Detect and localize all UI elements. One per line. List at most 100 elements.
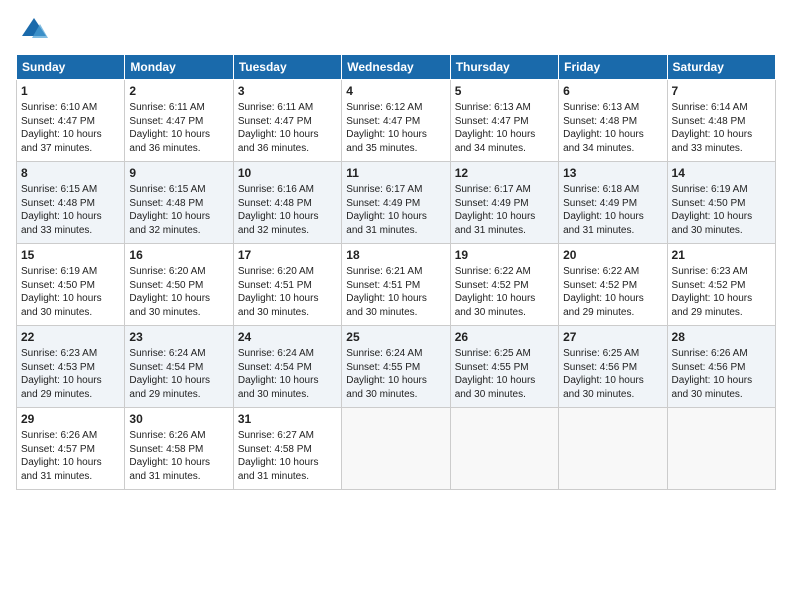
day-info-line: Daylight: 10 hours [346, 292, 445, 306]
day-info-line: Daylight: 10 hours [346, 374, 445, 388]
day-info-line: Sunrise: 6:14 AM [672, 101, 771, 115]
day-info-line: and 31 minutes. [238, 470, 337, 484]
calendar-cell: 10Sunrise: 6:16 AMSunset: 4:48 PMDayligh… [233, 162, 341, 244]
day-info-line: and 30 minutes. [129, 306, 228, 320]
weekday-header-monday: Monday [125, 55, 233, 80]
day-info-line: and 30 minutes. [563, 388, 662, 402]
day-info-line: Sunset: 4:50 PM [672, 197, 771, 211]
day-info-line: Sunset: 4:50 PM [21, 279, 120, 293]
day-info-line: Sunrise: 6:19 AM [672, 183, 771, 197]
calendar-week-4: 22Sunrise: 6:23 AMSunset: 4:53 PMDayligh… [17, 326, 776, 408]
calendar-week-1: 1Sunrise: 6:10 AMSunset: 4:47 PMDaylight… [17, 80, 776, 162]
day-info-line: and 30 minutes. [21, 306, 120, 320]
day-info-line: Sunset: 4:48 PM [563, 115, 662, 129]
day-info-line: and 30 minutes. [238, 388, 337, 402]
day-info-line: and 29 minutes. [129, 388, 228, 402]
day-info-line: Sunset: 4:55 PM [346, 361, 445, 375]
day-number: 25 [346, 329, 445, 345]
day-info-line: Sunrise: 6:15 AM [21, 183, 120, 197]
day-info-line: Sunset: 4:48 PM [129, 197, 228, 211]
day-number: 12 [455, 165, 554, 181]
calendar-cell: 8Sunrise: 6:15 AMSunset: 4:48 PMDaylight… [17, 162, 125, 244]
day-info-line: Sunrise: 6:13 AM [455, 101, 554, 115]
calendar-week-2: 8Sunrise: 6:15 AMSunset: 4:48 PMDaylight… [17, 162, 776, 244]
day-info-line: Sunrise: 6:23 AM [21, 347, 120, 361]
day-info-line: Daylight: 10 hours [672, 292, 771, 306]
calendar-week-3: 15Sunrise: 6:19 AMSunset: 4:50 PMDayligh… [17, 244, 776, 326]
calendar-cell: 13 Sunrise: 6:18 AMSunset: 4:49 PMDayligh… [559, 162, 667, 244]
day-info-line: Sunrise: 6:15 AM [129, 183, 228, 197]
day-info-line: Sunset: 4:47 PM [21, 115, 120, 129]
calendar-cell: 9Sunrise: 6:15 AMSunset: 4:48 PMDaylight… [125, 162, 233, 244]
day-info-line: Daylight: 10 hours [563, 374, 662, 388]
day-info-line: and 31 minutes. [129, 470, 228, 484]
day-info-line: and 34 minutes. [455, 142, 554, 156]
day-info-line: and 31 minutes. [21, 470, 120, 484]
day-info-line: Sunrise: 6:12 AM [346, 101, 445, 115]
day-info-line: Daylight: 10 hours [563, 210, 662, 224]
day-info-line: Sunset: 4:49 PM [563, 197, 662, 211]
day-number: 7 [672, 83, 771, 99]
day-info-line: and 30 minutes. [455, 306, 554, 320]
calendar-cell: 16Sunrise: 6:20 AMSunset: 4:50 PMDayligh… [125, 244, 233, 326]
day-info-line: and 36 minutes. [129, 142, 228, 156]
day-info-line: Daylight: 10 hours [672, 128, 771, 142]
day-info-line: Sunrise: 6:18 AM [563, 183, 662, 197]
day-info-line: Sunset: 4:49 PM [346, 197, 445, 211]
day-info-line: and 30 minutes. [238, 306, 337, 320]
day-info-line: Sunrise: 6:17 AM [346, 183, 445, 197]
day-info-line: and 37 minutes. [21, 142, 120, 156]
day-info-line: Sunset: 4:47 PM [455, 115, 554, 129]
calendar-week-5: 29Sunrise: 6:26 AMSunset: 4:57 PMDayligh… [17, 408, 776, 490]
day-number: 5 [455, 83, 554, 99]
day-info-line: Daylight: 10 hours [455, 292, 554, 306]
calendar-cell: 23Sunrise: 6:24 AMSunset: 4:54 PMDayligh… [125, 326, 233, 408]
calendar-cell: 28Sunrise: 6:26 AMSunset: 4:56 PMDayligh… [667, 326, 775, 408]
calendar-cell: 6Sunrise: 6:13 AMSunset: 4:48 PMDaylight… [559, 80, 667, 162]
calendar-cell: 29Sunrise: 6:26 AMSunset: 4:57 PMDayligh… [17, 408, 125, 490]
day-info-line: and 33 minutes. [21, 224, 120, 238]
logo-icon [20, 16, 48, 44]
calendar-cell [667, 408, 775, 490]
day-info-line: Sunrise: 6:20 AM [238, 265, 337, 279]
day-info-line: Sunset: 4:47 PM [129, 115, 228, 129]
day-number: 21 [672, 247, 771, 263]
day-number: 28 [672, 329, 771, 345]
day-info-line: and 32 minutes. [129, 224, 228, 238]
day-info-line: Daylight: 10 hours [563, 128, 662, 142]
weekday-header-wednesday: Wednesday [342, 55, 450, 80]
day-info-line: Sunrise: 6:24 AM [238, 347, 337, 361]
day-number: 31 [238, 411, 337, 427]
day-info-line: Sunrise: 6:22 AM [455, 265, 554, 279]
day-info-line: Daylight: 10 hours [563, 292, 662, 306]
day-info-line: Sunset: 4:54 PM [238, 361, 337, 375]
day-info-line: Sunrise: 6:17 AM [455, 183, 554, 197]
day-info-line: Daylight: 10 hours [21, 292, 120, 306]
day-info-line: Sunrise: 6:10 AM [21, 101, 120, 115]
day-info-line: Daylight: 10 hours [346, 128, 445, 142]
calendar-cell [342, 408, 450, 490]
day-number: 23 [129, 329, 228, 345]
day-info-line: Sunset: 4:52 PM [672, 279, 771, 293]
day-number: 26 [455, 329, 554, 345]
day-info-line: Sunrise: 6:11 AM [129, 101, 228, 115]
day-info-line: Daylight: 10 hours [21, 210, 120, 224]
calendar-cell: 26Sunrise: 6:25 AMSunset: 4:55 PMDayligh… [450, 326, 558, 408]
day-info-line: Sunset: 4:54 PM [129, 361, 228, 375]
calendar-cell: 27Sunrise: 6:25 AMSunset: 4:56 PMDayligh… [559, 326, 667, 408]
day-number: 13 [563, 165, 662, 181]
calendar-cell: 24Sunrise: 6:24 AMSunset: 4:54 PMDayligh… [233, 326, 341, 408]
day-info-line: Sunrise: 6:26 AM [672, 347, 771, 361]
weekday-header-saturday: Saturday [667, 55, 775, 80]
calendar-cell: 2Sunrise: 6:11 AMSunset: 4:47 PMDaylight… [125, 80, 233, 162]
weekday-header-tuesday: Tuesday [233, 55, 341, 80]
day-number: 18 [346, 247, 445, 263]
calendar-cell: 15Sunrise: 6:19 AMSunset: 4:50 PMDayligh… [17, 244, 125, 326]
day-number: 4 [346, 83, 445, 99]
calendar-cell: 25Sunrise: 6:24 AMSunset: 4:55 PMDayligh… [342, 326, 450, 408]
calendar-table: SundayMondayTuesdayWednesdayThursdayFrid… [16, 54, 776, 490]
day-info-line: Daylight: 10 hours [21, 128, 120, 142]
day-info-line: Sunset: 4:50 PM [129, 279, 228, 293]
calendar-cell [559, 408, 667, 490]
day-info-line: Sunrise: 6:20 AM [129, 265, 228, 279]
